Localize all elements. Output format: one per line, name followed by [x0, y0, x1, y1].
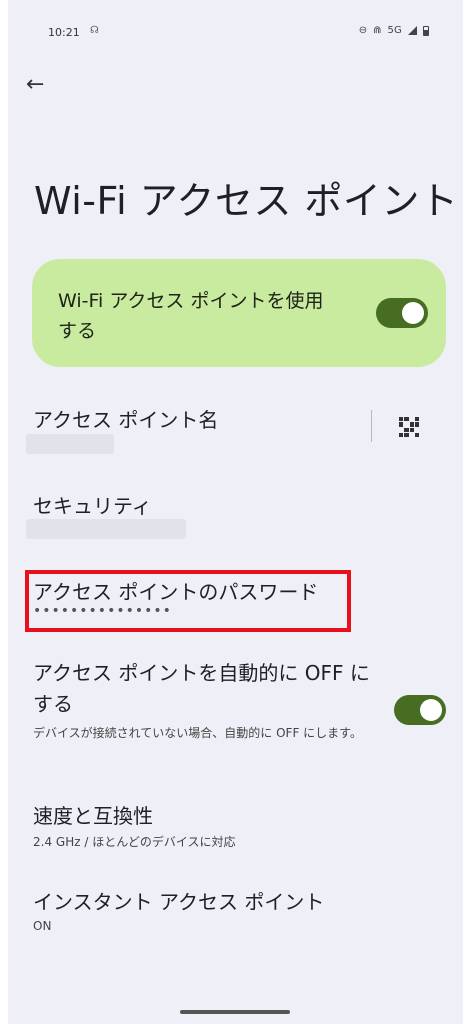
speed-subtitle: 2.4 GHz / ほとんどのデバイスに対応 [33, 835, 236, 849]
security-value-redacted [26, 519, 186, 539]
instant-hotspot-title: インスタント アクセス ポイント [33, 890, 325, 914]
auto-off-toggle-switch[interactable] [394, 695, 446, 725]
toggle-knob [420, 699, 442, 721]
security-title: セキュリティ [33, 494, 152, 518]
dnd-icon: ⊖ [358, 25, 368, 36]
page-title: Wi-Fi アクセス ポイント [34, 179, 459, 223]
battery-icon [423, 25, 429, 36]
network-type: 5G [387, 25, 402, 36]
speed-item[interactable]: 速度と互換性 2.4 GHz / ほとんどのデバイスに対応 [33, 800, 235, 850]
divider [371, 410, 372, 442]
main-toggle-label: Wi-Fi アクセス ポイントを使用する [58, 290, 324, 342]
qr-code-icon[interactable] [399, 417, 419, 437]
security-item[interactable]: セキュリティ [33, 490, 152, 519]
instant-hotspot-item[interactable]: インスタント アクセス ポイント ON [33, 886, 324, 933]
status-bar: 10:21 ☊ ⊖ ⋒ 5G [8, 0, 463, 60]
ap-name-title: アクセス ポイント名 [33, 408, 219, 432]
settings-screen: 10:21 ☊ ⊖ ⋒ 5G ← Wi-Fi アクセス ポイント Wi-Fi ア… [8, 0, 463, 1024]
toggle-knob [402, 302, 424, 324]
hotspot-icon: ⋒ [373, 25, 382, 36]
back-arrow-icon[interactable]: ← [26, 74, 44, 96]
navigation-handle[interactable] [180, 1010, 290, 1014]
auto-off-title: アクセス ポイントを自動的に OFF にする [33, 661, 370, 716]
auto-off-item[interactable]: アクセス ポイントを自動的に OFF にする デバイスが接続されていない場合、自… [33, 658, 383, 743]
main-toggle-switch[interactable] [376, 298, 428, 328]
signal-icon [408, 26, 417, 35]
ap-name-item[interactable]: アクセス ポイント名 [33, 404, 218, 433]
highlight-box [25, 570, 351, 632]
instant-hotspot-subtitle: ON [33, 919, 52, 933]
notification-icon: ☊ [90, 25, 99, 36]
auto-off-subtitle: デバイスが接続されていない場合、自動的に OFF にします。 [33, 726, 362, 740]
status-icons: ⊖ ⋒ 5G [359, 25, 429, 36]
ap-name-value-redacted [26, 434, 114, 454]
status-time: 10:21 [48, 26, 80, 39]
main-toggle-card[interactable]: Wi-Fi アクセス ポイントを使用する [32, 259, 446, 367]
speed-title: 速度と互換性 [33, 804, 153, 828]
